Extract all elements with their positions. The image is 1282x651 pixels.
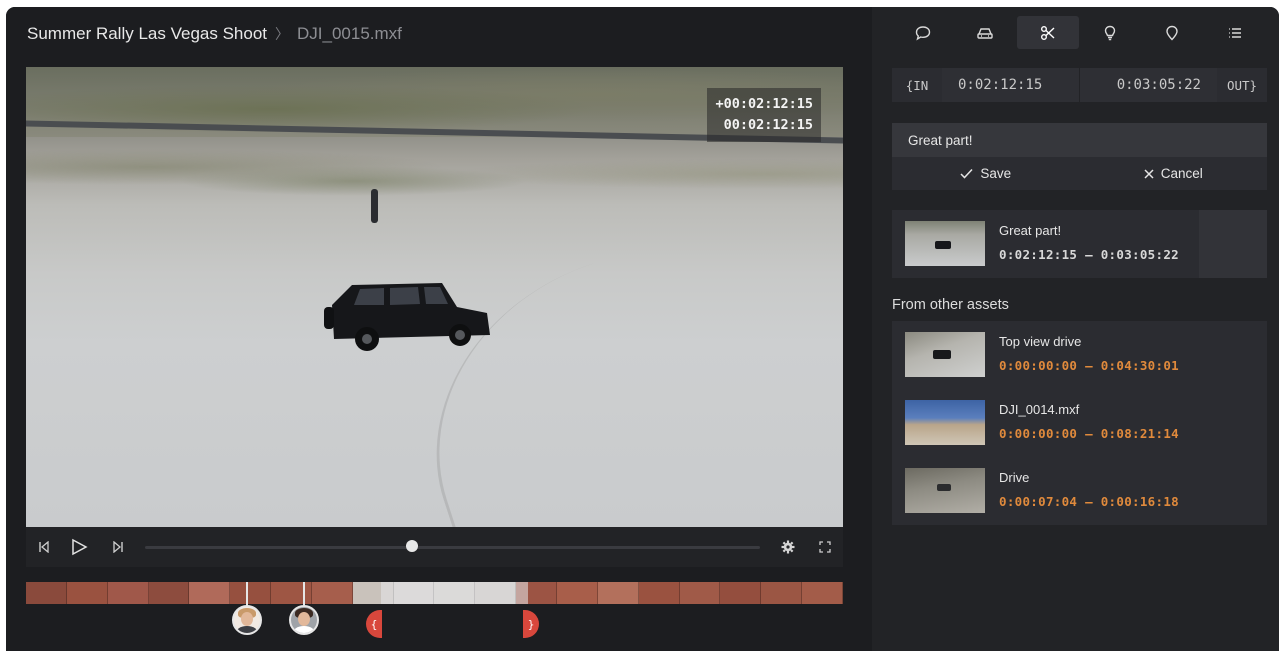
clip-thumbnail (905, 332, 985, 377)
breadcrumb-file: DJI_0015.mxf (297, 24, 402, 43)
side-panel: {IN 0:02:12:15 0:03:05:22 OUT} Save Canc… (872, 7, 1279, 651)
avatar-face (241, 612, 253, 626)
breadcrumb-separator: 〉 (275, 26, 290, 42)
in-label[interactable]: {IN (892, 68, 942, 102)
clip-range: 0:02:12:15 – 0:03:05:22 (999, 247, 1179, 262)
video-bg-scrub (26, 139, 843, 209)
video-car (324, 283, 490, 351)
panel-toolbar (892, 16, 1266, 49)
filmstrip-frame (311, 582, 353, 604)
filmstrip-frame (26, 582, 67, 604)
timecode-current: 00:02:12:15 (723, 117, 813, 133)
car-icon (977, 27, 994, 39)
clip-thumbnail (905, 400, 985, 445)
filmstrip-frame (761, 582, 803, 604)
clip-name: Great part! (999, 223, 1062, 238)
asset-clip-card[interactable]: Top view drive 0:00:00:00 – 0:04:30:01 (892, 321, 1267, 389)
play-icon[interactable] (69, 537, 89, 557)
video-frame[interactable]: +00:02:12:15 00:02:12:15 (26, 67, 843, 527)
in-timecode-field[interactable]: 0:02:12:15 (942, 68, 1079, 102)
breadcrumb: Summer Rally Las Vegas Shoot 〉 DJI_0015.… (27, 24, 402, 44)
out-point-handle[interactable]: } (523, 610, 539, 638)
avatar-body (236, 626, 258, 633)
filmstrip-frame (148, 582, 190, 604)
list-icon (1228, 27, 1241, 38)
filmstrip-frame (107, 582, 149, 604)
clip-range: 0:00:07:04 – 0:00:16:18 (999, 494, 1179, 509)
filmstrip-frame (189, 582, 231, 604)
tab-list[interactable] (1204, 16, 1266, 49)
in-out-range: {IN 0:02:12:15 0:03:05:22 OUT} (892, 68, 1267, 102)
thumbnail-car (935, 241, 951, 249)
filmstrip-selected-range[interactable] (381, 582, 528, 604)
player-controls (26, 527, 843, 567)
video-person (371, 189, 378, 223)
filmstrip-frame (271, 582, 312, 604)
seek-handle[interactable] (406, 540, 418, 552)
avatar-face (298, 612, 310, 626)
check-icon (960, 168, 973, 179)
clip-name: Drive (999, 470, 1030, 485)
clip-range: 0:00:00:00 – 0:04:30:01 (999, 358, 1179, 373)
out-timecode-field[interactable]: 0:03:05:22 (1080, 68, 1217, 102)
tab-ideas[interactable] (1079, 16, 1141, 49)
clip-card-side (1199, 210, 1267, 278)
clip-range: 0:00:00:00 – 0:08:21:14 (999, 426, 1179, 441)
tab-locations[interactable] (1141, 16, 1203, 49)
asset-clip-card[interactable]: Drive 0:00:07:04 – 0:00:16:18 (892, 457, 1267, 525)
lightbulb-icon (1104, 25, 1116, 40)
clip-name: Top view drive (999, 334, 1082, 349)
avatar[interactable] (232, 605, 262, 635)
out-label[interactable]: OUT} (1217, 68, 1267, 102)
current-clip-card[interactable]: Great part! 0:02:12:15 – 0:03:05:22 (892, 210, 1267, 278)
seek-bar[interactable] (145, 546, 760, 549)
avatar-body (293, 626, 315, 633)
filmstrip-frame (230, 582, 272, 604)
clip-name: DJI_0014.mxf (999, 402, 1080, 417)
clip-thumbnail (905, 468, 985, 513)
cancel-label: Cancel (1160, 166, 1203, 181)
skip-forward-icon[interactable] (108, 537, 128, 557)
asset-clip-card[interactable]: DJI_0014.mxf 0:00:00:00 – 0:08:21:14 (892, 389, 1267, 457)
fullscreen-icon[interactable] (815, 537, 835, 557)
breadcrumb-project[interactable]: Summer Rally Las Vegas Shoot (27, 24, 267, 44)
save-label: Save (980, 166, 1012, 181)
section-title-other-assets: From other assets (892, 297, 1009, 313)
cancel-button[interactable]: Cancel (1080, 157, 1268, 190)
save-button[interactable]: Save (892, 157, 1080, 190)
in-point-handle[interactable]: { (366, 610, 382, 638)
player-pane: Summer Rally Las Vegas Shoot 〉 DJI_0015.… (6, 7, 872, 651)
tab-objects[interactable] (954, 16, 1016, 49)
filmstrip-frame (638, 582, 680, 604)
filmstrip-frame (66, 582, 108, 604)
clip-comment-input[interactable] (892, 123, 1267, 157)
location-pin-icon (1166, 25, 1179, 40)
timecode-overlay: +00:02:12:15 00:02:12:15 (707, 88, 821, 142)
comment-icon (915, 25, 931, 41)
thumbnail-car (937, 484, 951, 491)
avatar[interactable] (289, 605, 319, 635)
filmstrip-frame (679, 582, 721, 604)
timecode-offset: +00:02:12:15 (715, 96, 813, 112)
app-window: Summer Rally Las Vegas Shoot 〉 DJI_0015.… (6, 7, 1279, 651)
thumbnail-car (933, 350, 951, 359)
scissors-icon (1040, 25, 1055, 40)
close-icon (1144, 168, 1154, 179)
timeline-filmstrip[interactable] (26, 582, 843, 604)
tab-clips[interactable] (1016, 16, 1079, 49)
skip-back-icon[interactable] (34, 537, 54, 557)
tab-comments[interactable] (892, 16, 954, 49)
filmstrip-frame (802, 582, 843, 604)
editor-actions: Save Cancel (892, 157, 1267, 190)
filmstrip-frame (720, 582, 762, 604)
filmstrip-frame (556, 582, 598, 604)
filmstrip-frame (597, 582, 639, 604)
clip-thumbnail (905, 221, 985, 266)
gear-icon[interactable] (778, 537, 798, 557)
video-bg-tire-track (388, 218, 824, 527)
